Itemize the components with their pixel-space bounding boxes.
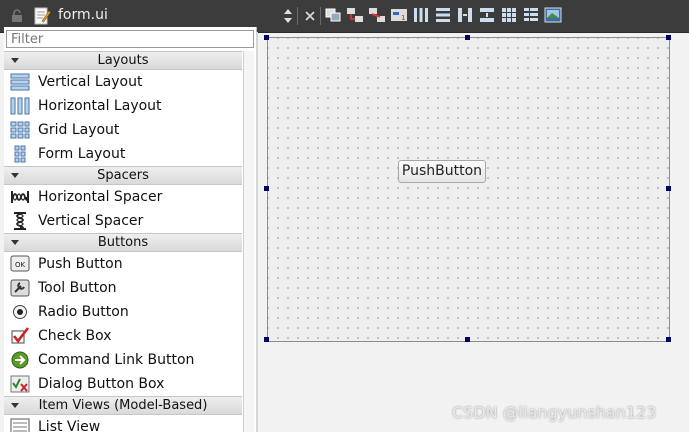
form-layout-icon: [14, 145, 26, 163]
form-canvas[interactable]: [267, 37, 670, 342]
widget-item-tool-button[interactable]: Tool Button: [4, 276, 242, 300]
file-title: form.ui: [58, 7, 108, 23]
command-link-icon: [11, 351, 29, 369]
file-edit-icon: [34, 7, 51, 25]
list-view-icon: [10, 418, 30, 432]
widget-item-label: Radio Button: [38, 304, 129, 320]
collapse-arrow-icon[interactable]: [11, 173, 19, 178]
lock-icon[interactable]: [10, 9, 24, 23]
widget-item-radio-button[interactable]: Radio Button: [4, 300, 242, 324]
category-buttons[interactable]: Buttons: [4, 233, 242, 252]
toolbar-separator: [297, 7, 298, 25]
edit-buddies-icon[interactable]: [368, 6, 386, 24]
toolbar-separator: [320, 7, 321, 25]
widget-item-label: Vertical Spacer: [38, 213, 144, 229]
widget-item-horizontal-spacer[interactable]: Horizontal Spacer: [4, 185, 242, 209]
horizontal-spacer-icon: [11, 191, 29, 203]
radio-button-icon: [13, 305, 27, 319]
widget-item-push-button[interactable]: OK Push Button: [4, 252, 242, 276]
edit-widgets-icon[interactable]: [324, 6, 342, 24]
category-item-views[interactable]: Item Views (Model-Based): [4, 396, 242, 415]
push-button-icon: OK: [10, 255, 30, 272]
grid-layout-icon: [10, 121, 30, 139]
widget-item-label: List View: [38, 419, 101, 432]
close-icon[interactable]: [303, 8, 317, 24]
widget-item-vertical-layout[interactable]: Vertical Layout: [4, 70, 242, 94]
resize-handle-bottom[interactable]: [465, 337, 470, 342]
check-box-icon: [11, 327, 30, 344]
collapse-arrow-icon[interactable]: [11, 240, 19, 245]
category-spacers[interactable]: Spacers: [4, 166, 242, 185]
layout-horizontal-splitter-icon[interactable]: [456, 6, 474, 24]
adjust-size-icon[interactable]: [544, 6, 562, 24]
svg-text:1: 1: [401, 14, 405, 22]
resize-handle-right[interactable]: [666, 186, 671, 191]
tool-button-icon: [10, 279, 30, 297]
widget-item-command-link-button[interactable]: Command Link Button: [4, 348, 242, 372]
up-down-arrows-icon[interactable]: [283, 8, 293, 24]
widget-item-label: Dialog Button Box: [38, 376, 165, 392]
svg-text:OK: OK: [15, 261, 26, 269]
resize-handle-bottom-right[interactable]: [666, 337, 671, 342]
resize-handle-top-right[interactable]: [666, 35, 671, 40]
widget-item-dialog-button-box[interactable]: Dialog Button Box: [4, 372, 242, 396]
designer-toolbar: 1: [324, 6, 562, 26]
collapse-arrow-icon[interactable]: [11, 58, 19, 63]
widget-item-label: Horizontal Spacer: [38, 189, 163, 205]
resize-handle-top[interactable]: [465, 35, 470, 40]
category-label: Layouts: [97, 53, 149, 68]
filter-input[interactable]: [6, 30, 254, 48]
resize-handle-bottom-left[interactable]: [264, 337, 269, 342]
vertical-spacer-icon: [14, 212, 26, 230]
layout-form-icon[interactable]: [522, 6, 540, 24]
widget-item-label: Push Button: [38, 256, 123, 272]
dialog-button-box-icon: [10, 375, 30, 393]
layout-vertical-splitter-icon[interactable]: [478, 6, 496, 24]
widget-item-label: Form Layout: [38, 146, 126, 162]
form-push-button[interactable]: PushButton: [398, 160, 486, 183]
widget-item-label: Check Box: [38, 328, 112, 344]
collapse-arrow-icon[interactable]: [11, 403, 19, 408]
category-label: Spacers: [97, 168, 149, 183]
widget-item-check-box[interactable]: Check Box: [4, 324, 242, 348]
widget-item-label: Grid Layout: [38, 122, 120, 138]
resize-handle-top-left[interactable]: [264, 35, 269, 40]
widget-list-scrollbar[interactable]: [243, 51, 254, 432]
widget-box-panel: Layouts Vertical Layout Horizontal Layou…: [4, 27, 257, 432]
edit-tab-order-icon[interactable]: 1: [390, 6, 408, 24]
category-label: Item Views (Model-Based): [38, 398, 208, 413]
widget-item-label: Vertical Layout: [38, 74, 143, 90]
panel-splitter[interactable]: [256, 32, 258, 432]
widget-item-label: Horizontal Layout: [38, 98, 162, 114]
horizontal-layout-icon: [10, 97, 30, 115]
widget-list: Layouts Vertical Layout Horizontal Layou…: [4, 51, 242, 432]
vertical-layout-icon: [10, 73, 30, 91]
widget-item-form-layout[interactable]: Form Layout: [4, 142, 242, 166]
widget-item-label: Tool Button: [38, 280, 117, 296]
watermark-text: CSDN @liangyunshan123: [452, 403, 657, 422]
widget-item-label: Command Link Button: [38, 352, 195, 368]
resize-handle-left[interactable]: [264, 186, 269, 191]
layout-horizontally-icon[interactable]: [412, 6, 430, 24]
widget-item-list-view[interactable]: List View: [4, 415, 242, 432]
widget-item-grid-layout[interactable]: Grid Layout: [4, 118, 242, 142]
widget-item-vertical-spacer[interactable]: Vertical Spacer: [4, 209, 242, 233]
widget-item-horizontal-layout[interactable]: Horizontal Layout: [4, 94, 242, 118]
category-layouts[interactable]: Layouts: [4, 51, 242, 70]
category-label: Buttons: [97, 235, 149, 250]
edit-signals-slots-icon[interactable]: [346, 6, 364, 24]
layout-grid-icon[interactable]: [500, 6, 518, 24]
layout-vertically-icon[interactable]: [434, 6, 452, 24]
